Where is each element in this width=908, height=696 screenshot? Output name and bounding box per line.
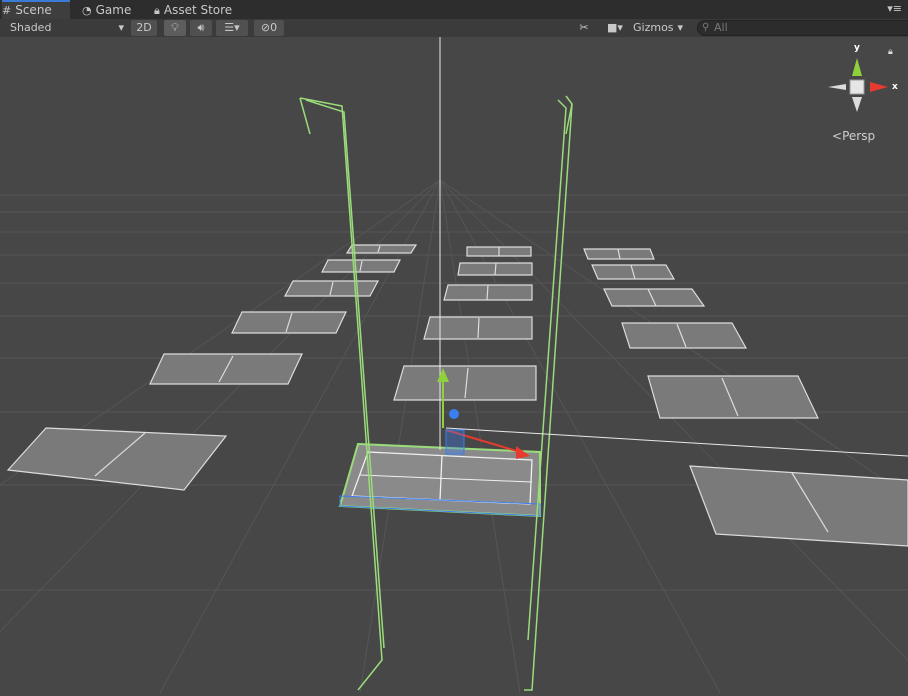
scene-toolbar: Shaded ▾ 2D 💡︎ 🔊︎ ☰▾ ⊘0 ✂ ■▾ Gizmos ▾ ⚲ A…: [0, 19, 908, 38]
tab-game-label: Game: [95, 3, 132, 17]
light-icon: 💡︎: [171, 21, 179, 34]
search-icon: ⚲: [702, 22, 710, 33]
plane-handle[interactable]: [445, 429, 465, 455]
search-input[interactable]: ⚲ All: [697, 20, 908, 36]
scene-viewport[interactable]: y x 🔒︎ <Persp: [0, 37, 908, 694]
scene-canvas[interactable]: [0, 37, 908, 694]
camera-icon[interactable]: ■▾: [603, 20, 627, 36]
tab-game[interactable]: ◔ Game: [82, 1, 142, 19]
tab-menu-icon[interactable]: ▾≡: [887, 2, 902, 15]
tools-icon[interactable]: ✂: [575, 20, 593, 36]
tennis-court[interactable]: [591, 264, 676, 280]
chevron-down-icon: ▾: [118, 21, 124, 34]
projection-label: Persp: [842, 129, 876, 143]
tab-asset-store-label: Asset Store: [163, 3, 233, 17]
tab-scene[interactable]: # Scene: [2, 0, 70, 21]
tennis-court[interactable]: [689, 465, 908, 547]
tennis-court[interactable]: [583, 248, 655, 260]
tennis-court[interactable]: [321, 259, 401, 273]
chevron-left-icon: <: [832, 129, 843, 143]
gizmo-y-label: y: [854, 43, 860, 53]
tennis-court[interactable]: [621, 322, 748, 349]
scene-audio-toggle[interactable]: 🔊︎: [190, 20, 212, 36]
hidden-objects-toggle[interactable]: ⊘0: [254, 20, 284, 36]
viewport-background: [0, 37, 908, 693]
tab-scene-label: Scene: [15, 3, 52, 17]
hidden-icon: ⊘: [260, 21, 271, 34]
tennis-court[interactable]: [466, 246, 532, 257]
gizmos-label: Gizmos: [633, 21, 674, 34]
effects-icon: ☰▾: [224, 21, 240, 34]
draw-mode-dropdown[interactable]: Shaded ▾: [4, 20, 126, 36]
chevron-down-icon: ▾: [677, 21, 684, 34]
search-placeholder: All: [714, 21, 728, 34]
tennis-court[interactable]: [345, 244, 418, 254]
tennis-court[interactable]: [149, 353, 303, 385]
draw-mode-value: Shaded: [10, 21, 52, 34]
lock-icon[interactable]: 🔒︎: [888, 47, 893, 57]
tab-asset-store[interactable]: 🔒︎ Asset Store: [154, 1, 244, 19]
tennis-court[interactable]: [647, 375, 819, 419]
tennis-court[interactable]: [603, 288, 706, 307]
z-axis-handle[interactable]: [449, 409, 459, 419]
2d-toggle-label: 2D: [136, 21, 152, 34]
2d-toggle-button[interactable]: 2D: [131, 20, 157, 36]
tennis-court[interactable]: [443, 284, 533, 301]
hidden-count: 0: [270, 21, 278, 34]
tennis-court[interactable]: [393, 365, 537, 401]
tennis-court[interactable]: [231, 311, 347, 334]
lock-icon: 🔒︎: [154, 4, 160, 17]
tennis-court[interactable]: [457, 262, 533, 276]
effects-dropdown[interactable]: ☰▾: [216, 20, 248, 36]
tennis-court[interactable]: [284, 280, 379, 297]
gizmos-dropdown[interactable]: Gizmos ▾: [633, 20, 691, 36]
pacman-icon: ◔: [82, 4, 92, 17]
scene-lighting-toggle[interactable]: 💡︎: [164, 20, 186, 36]
gizmo-x-label: x: [892, 82, 898, 92]
tab-bar: # Scene ◔ Game 🔒︎ Asset Store ▾≡: [0, 0, 908, 21]
grid-icon: #: [2, 4, 12, 17]
projection-toggle[interactable]: <Persp: [832, 129, 875, 143]
audio-icon: 🔊︎: [197, 21, 205, 34]
